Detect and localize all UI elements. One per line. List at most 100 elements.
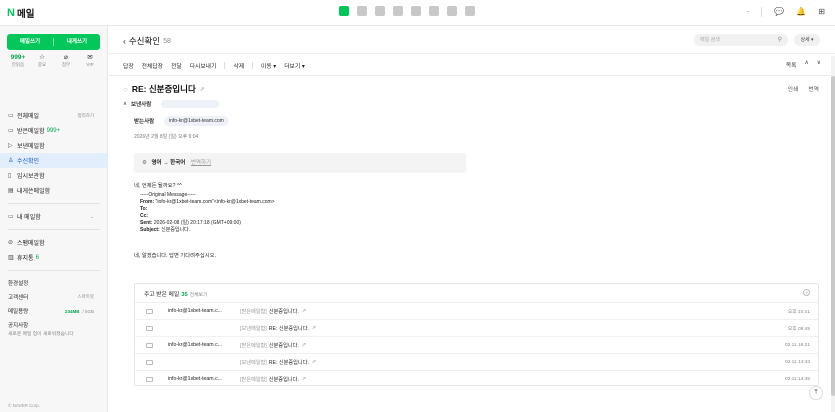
prev-mail-icon[interactable]: ∧ (805, 60, 809, 69)
mail-greeting: 네, 언제든 될까요? ^^ (134, 183, 182, 189)
write-to-self-button[interactable]: 내게쓰기 (54, 34, 100, 50)
sidebar-item-my-folders[interactable]: ▭ 내 메일함 ⌄ (0, 209, 108, 224)
apps-grid-icon[interactable]: ⊞ (818, 7, 825, 17)
naver-n-logo: N (7, 7, 15, 19)
open-new-window-icon[interactable]: ⇗ (200, 86, 205, 93)
orig-cc: Cc: (140, 213, 149, 219)
search-icon[interactable]: ⚲ (778, 34, 782, 46)
reply-button[interactable]: 답장 (123, 61, 134, 70)
sidebar-item-sent[interactable]: ▷ 보낸메일함 (0, 138, 108, 153)
notification-bell-icon[interactable]: 🔔 (796, 7, 806, 17)
forward-button[interactable]: 전달 (171, 61, 182, 70)
list-item-folder: [보낸메일함] (240, 359, 267, 366)
list-item[interactable]: info-kr@1xbet-team.c... [받은메일함] 신분증입니다. … (135, 370, 818, 387)
attachment-label: 첨부 (61, 62, 71, 67)
trash-icon: ▥ (8, 255, 14, 261)
list-item-from: info-kr@1xbet-team.c... (168, 308, 222, 314)
open-new-window-icon[interactable]: ⇗ (302, 308, 306, 314)
compose-button[interactable]: 메일쓰기 (7, 34, 53, 50)
open-new-window-icon[interactable]: ⇗ (312, 325, 316, 331)
bookmark-app-icon[interactable] (465, 6, 475, 16)
naver-mail-logo[interactable]: N 메일 (7, 6, 34, 20)
divider (8, 229, 100, 230)
notice-label: 공지사항 (8, 323, 29, 329)
person-icon: ♙ (8, 158, 14, 164)
subject-actions: 인쇄 번역 (788, 84, 819, 93)
sidebar-item-all-mail[interactable]: ▭ 전체메일 정리하기 (0, 108, 108, 123)
sidebar-item-notice[interactable]: 공지사항 (0, 318, 108, 332)
sidebar-item-self-mail[interactable]: ▤ 내게쓴메일함 (0, 183, 108, 198)
todo-app-icon[interactable] (429, 6, 439, 16)
star-icon: ☆ (39, 54, 45, 61)
send-icon: ▷ (8, 143, 13, 149)
divider (8, 270, 100, 271)
open-new-window-icon[interactable]: ⇗ (302, 342, 306, 348)
more-dot-icon[interactable]: · (747, 7, 750, 17)
print-button[interactable]: 인쇄 (788, 84, 799, 93)
list-item-folder: [보낸메일함] (240, 325, 267, 332)
unread-filter[interactable]: 999+ 안읽음 (8, 53, 28, 68)
sidebar-item-settings[interactable]: 환경설정 (0, 276, 108, 290)
sidebar-item-inbox[interactable]: ▭ 받은메일함 999+ (0, 123, 108, 138)
calendar-app-icon[interactable] (357, 6, 367, 16)
scrollbar-thumb[interactable] (831, 76, 835, 396)
organize-link[interactable]: 정리하기 (77, 113, 94, 119)
reply-all-button[interactable]: 전체답장 (142, 61, 163, 70)
sidebar-item-drafts[interactable]: ▯ 임시보관함 (0, 168, 108, 183)
search-input[interactable]: 메일 검색 ⚲ (694, 34, 788, 46)
list-item[interactable]: info-kr@1xbet-team.c... [받은메일함] 신분증입니다. … (135, 302, 818, 319)
sidebar-item-trash[interactable]: ▥ 휴지통 6 (0, 250, 108, 265)
translate-link[interactable]: 번역하기 (191, 160, 211, 166)
divider (109, 75, 835, 76)
collapse-icon[interactable]: ∧ (123, 101, 127, 107)
chevron-down-icon[interactable]: ⌄ (90, 214, 94, 220)
next-mail-icon[interactable]: ∨ (817, 60, 821, 69)
attachment-filter[interactable]: ⌀ 첨부 (56, 53, 76, 68)
divider (224, 62, 226, 69)
list-item[interactable]: [보낸메일함] RE: 신분증입니다. ⇗ 02.11 14:43 (135, 353, 818, 370)
sidebar-item-support[interactable]: 고객센터 스마트봇 (0, 290, 108, 304)
list-item[interactable]: info-kr@1xbet-team.c... [받은메일함] 신분증입니다. … (135, 336, 818, 353)
list-button[interactable]: 목록 (786, 60, 797, 69)
sidebar-item-capacity: 메일용량 234MB/ 5GB (0, 304, 108, 318)
open-new-window-icon[interactable]: ⇗ (302, 376, 306, 382)
more-dropdown[interactable]: 더보기 ▾ (284, 61, 305, 70)
list-item[interactable]: [보낸메일함] RE: 신분증입니다. ⇗ 오후 09:49 (135, 319, 818, 336)
important-filter[interactable]: ☆ 중요 (32, 53, 52, 68)
move-dropdown[interactable]: 이동 ▾ (261, 61, 276, 70)
unread-label: 안읽음 (11, 62, 25, 67)
star-icon[interactable]: ○ (123, 85, 128, 94)
top-bar: N 메일 · 💬 🔔 ⊞ (0, 0, 835, 26)
sidebar-item-read-receipt[interactable]: ♙ 수신확인 (0, 153, 108, 168)
drive-app-icon[interactable] (393, 6, 403, 16)
help-icon[interactable]: ? (803, 289, 810, 296)
list-item-from: info-kr@1xbet-team.c... (168, 376, 222, 382)
scroll-to-top-button[interactable]: ⤒ (809, 386, 823, 400)
office-app-icon[interactable] (447, 6, 457, 16)
to-chip[interactable]: info-kr@1xbet-team.com (164, 116, 229, 126)
sidebar: 메일쓰기 내게쓰기 999+ 안읽음 ☆ 중요 ⌀ 첨부 ✉ VIP ▭ 전체메… (0, 26, 108, 412)
recent-count: 35 (181, 292, 188, 298)
folder-icon: ▭ (8, 214, 14, 220)
contacts-app-icon[interactable] (375, 6, 385, 16)
from-label: 보낸사람 (131, 102, 152, 108)
translate-button[interactable]: 번역 (808, 84, 819, 93)
from-chip[interactable] (161, 100, 220, 108)
mail-app-icon[interactable] (339, 6, 349, 16)
list-item-time: 오후 10:41 (787, 309, 810, 315)
folder-list: ▭ 전체메일 정리하기 ▭ 받은메일함 999+ ▷ 보낸메일함 ♙ 수신확인 … (0, 108, 108, 337)
sidebar-item-spam[interactable]: ⊘ 스팸메일함 (0, 235, 108, 250)
delete-button[interactable]: 삭제 (233, 61, 244, 70)
divider (109, 53, 835, 54)
open-new-window-icon[interactable]: ⇗ (312, 359, 316, 365)
memo-app-icon[interactable] (411, 6, 421, 16)
back-arrow-icon[interactable]: ‹ (123, 36, 126, 46)
original-header: -----Original Message----- (140, 192, 196, 198)
vip-filter[interactable]: ✉ VIP (80, 53, 100, 68)
resend-button[interactable]: 다시보내기 (190, 61, 217, 70)
talk-icon[interactable]: 💬 (774, 7, 784, 17)
view-all-link[interactable]: 전체보기 (190, 293, 208, 298)
smartbot-link[interactable]: 스마트봇 (77, 294, 94, 300)
detail-search-button[interactable]: 상세 ▾ (794, 34, 820, 46)
gear-icon[interactable]: ⚙ (142, 160, 147, 166)
